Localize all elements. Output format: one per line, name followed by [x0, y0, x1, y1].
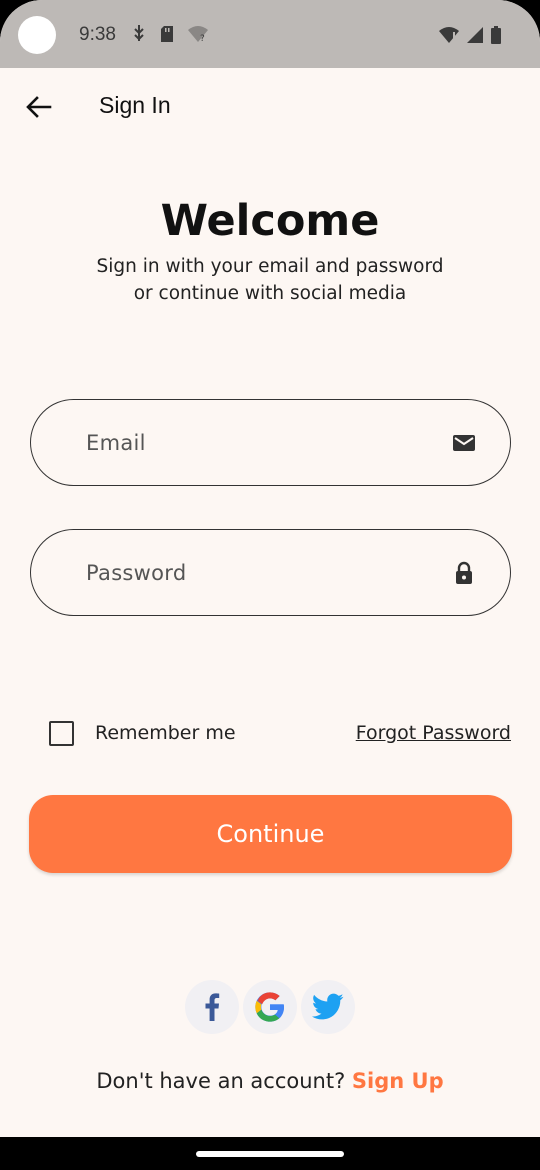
email-field[interactable]: [30, 399, 511, 486]
remember-row: Remember me Forgot Password: [49, 718, 511, 750]
twitter-button[interactable]: [301, 980, 355, 1034]
status-time: 9:38: [79, 24, 116, 45]
continue-button[interactable]: Continue: [29, 795, 512, 873]
arrow-back-icon: [26, 96, 52, 118]
welcome-subtitle: Sign in with your email and password or …: [60, 253, 480, 307]
screen: 9:38 ? Sign In Welcome Sign in with your…: [0, 0, 540, 1170]
mail-icon: [453, 435, 475, 451]
email-input[interactable]: [86, 400, 426, 485]
password-input[interactable]: [86, 530, 426, 615]
remember-me-label: Remember me: [95, 722, 236, 744]
camera-cutout: [18, 16, 56, 54]
status-bar: 9:38 ?: [0, 0, 540, 68]
remember-me-checkbox[interactable]: [49, 721, 74, 746]
welcome-subtitle-line-1: Sign in with your email and password: [96, 256, 444, 277]
navigation-bar: [0, 1137, 540, 1170]
signup-prompt: Don't have an account?: [96, 1069, 352, 1093]
welcome-title: Welcome: [160, 196, 380, 246]
welcome-subtitle-line-2: or continue with social media: [133, 283, 407, 304]
svg-text:?: ?: [200, 34, 205, 44]
twitter-icon: [312, 993, 344, 1020]
signup-row: Don't have an account? Sign Up: [0, 1069, 540, 1093]
facebook-icon: [205, 993, 220, 1021]
cell-signal-icon: [467, 27, 483, 43]
status-icons-right: [438, 25, 502, 45]
lock-icon: [456, 561, 472, 584]
facebook-button[interactable]: [185, 980, 239, 1034]
social-login-row: [185, 980, 355, 1034]
forgot-password-link[interactable]: Forgot Password: [356, 722, 511, 744]
wifi-alert-icon: [439, 27, 459, 43]
sd-card-icon: [161, 26, 173, 42]
home-indicator[interactable]: [196, 1151, 344, 1157]
back-button[interactable]: [20, 88, 58, 126]
page-title: Sign In: [99, 92, 171, 118]
wifi-question-icon: ?: [188, 26, 208, 44]
signup-link[interactable]: Sign Up: [352, 1069, 444, 1093]
usb-debug-icon: [134, 25, 144, 41]
status-icons-left: ?: [131, 24, 209, 44]
battery-icon: [491, 26, 501, 44]
password-field[interactable]: [30, 529, 511, 616]
google-icon: [255, 992, 284, 1022]
google-button[interactable]: [243, 980, 297, 1034]
app-bar: Sign In: [0, 68, 540, 146]
